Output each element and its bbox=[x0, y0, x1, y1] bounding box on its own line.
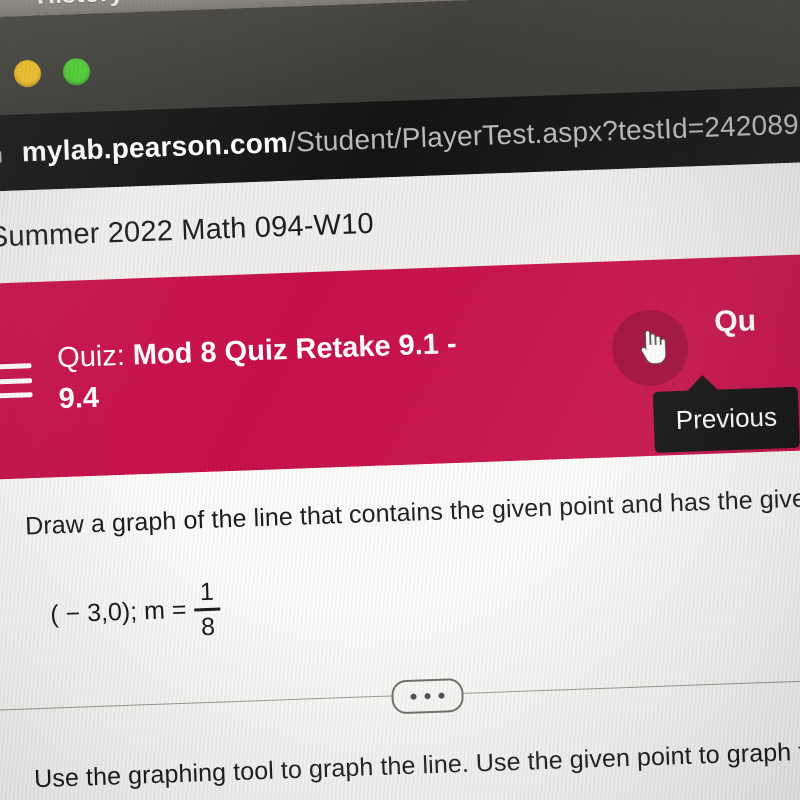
url-host: mylab.pearson.com bbox=[21, 126, 289, 168]
problem-givens: ( − 3,0); m = 1 8 bbox=[49, 553, 800, 646]
url-text: mylab.pearson.com/Student/PlayerTest.asp… bbox=[21, 108, 800, 168]
problem-prompt: Draw a graph of the line that contains t… bbox=[24, 482, 800, 541]
section-divider bbox=[0, 662, 800, 727]
more-options-button[interactable] bbox=[390, 677, 465, 714]
quiz-header: Quiz: Mod 8 Quiz Retake 9.1 - 9.4 Qu Prev… bbox=[0, 250, 800, 481]
quiz-title: Quiz: Mod 8 Quiz Retake 9.1 - 9.4 bbox=[56, 323, 479, 420]
page-content: Summer 2022 Math 094-W10 Quiz: Mod 8 Quiz… bbox=[0, 158, 800, 800]
problem-body: Draw a graph of the line that contains t… bbox=[0, 446, 800, 800]
minimize-button[interactable] bbox=[13, 59, 42, 88]
previous-tooltip: Previous bbox=[652, 386, 800, 453]
dot-icon bbox=[424, 692, 431, 699]
fraction-bar bbox=[194, 607, 221, 612]
slope-denominator: 8 bbox=[200, 612, 216, 642]
window-controls bbox=[0, 57, 91, 89]
dot-icon bbox=[410, 693, 417, 700]
slope-numerator: 1 bbox=[199, 577, 215, 607]
menu-item-history[interactable]: History bbox=[36, 0, 124, 10]
dot-icon bbox=[438, 692, 445, 699]
given-point: ( − 3,0); m = bbox=[49, 596, 187, 629]
url-path: /Student/PlayerTest.aspx?testId=2420891 bbox=[287, 107, 800, 158]
slope-fraction: 1 8 bbox=[193, 577, 221, 642]
previous-button[interactable] bbox=[610, 308, 690, 388]
hamburger-icon[interactable] bbox=[0, 363, 33, 399]
browser-window: Mod mylab.pearson.com/Student/PlayerTest… bbox=[0, 0, 800, 800]
header-right-label[interactable]: Qu bbox=[714, 304, 757, 339]
photographed-screen: iew History Bookmarks Profiles Tab Windo… bbox=[0, 0, 800, 800]
hand-cursor-icon bbox=[633, 327, 668, 368]
course-title: Summer 2022 Math 094-W10 bbox=[0, 207, 375, 254]
menu-item-bookmarks[interactable]: Bookmarks bbox=[169, 0, 307, 5]
screen-photo: iew History Bookmarks Profiles Tab Windo… bbox=[0, 0, 800, 800]
lock-icon bbox=[0, 139, 6, 167]
quiz-label: Quiz: bbox=[56, 339, 126, 375]
zoom-button[interactable] bbox=[62, 57, 91, 86]
problem-instruction: Use the graphing tool to graph the line.… bbox=[33, 734, 800, 793]
